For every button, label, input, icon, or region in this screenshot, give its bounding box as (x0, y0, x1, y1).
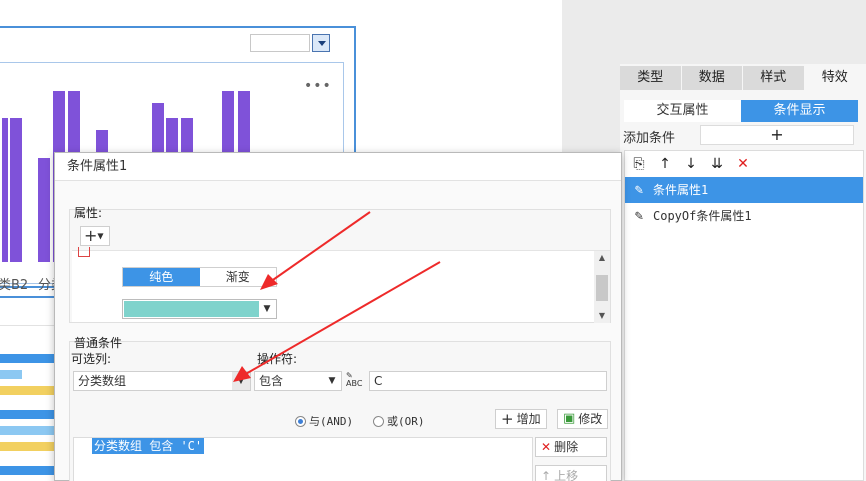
move-up-button-label: 上移 (554, 468, 579, 481)
chevron-down-icon: ▼ (97, 231, 104, 241)
move-down-icon[interactable]: ↓ (683, 156, 699, 172)
scroll-up-icon[interactable]: ▲ (594, 251, 610, 265)
radio-dot (373, 415, 384, 427)
chart-bar (0, 354, 54, 363)
delete-icon[interactable]: ✕ (735, 156, 751, 172)
edit-pencil-icon: ✎ (634, 208, 644, 224)
condition-toolbar: ⎘ ↑ ↓ ⇊ ✕ (625, 151, 863, 177)
modify-button-label: 修改 (578, 412, 603, 426)
chart-bar (38, 158, 50, 262)
subtab-interaction[interactable]: 交互属性 (624, 100, 741, 122)
chart-bar (0, 370, 22, 379)
condition-expression-list: 分类数组 包含 'C' (73, 437, 533, 481)
chart-bar (0, 426, 54, 435)
column-select[interactable]: 分类数组 ▼ (73, 371, 251, 391)
condition-name: CopyOf条件属性1 (653, 209, 752, 223)
scroll-thumb[interactable] (596, 275, 608, 301)
chart-bar (0, 386, 54, 395)
general-condition-title: 普通条件 (74, 336, 123, 350)
chevron-down-icon[interactable]: ▼ (232, 372, 250, 390)
axis-tick-label: 类B2 (0, 278, 29, 293)
tab-effects[interactable]: 特效 (804, 66, 866, 90)
chevron-down-icon[interactable]: ▼ (258, 300, 276, 318)
attribute-group-title: 属性: (74, 206, 103, 220)
attribute-group: 属性: +▼ 纯色 渐变 ▼ ▲ ▼ (69, 206, 611, 323)
chart-bar (0, 442, 54, 451)
color-swatch (124, 301, 259, 317)
move-bottom-icon[interactable]: ⇊ (709, 156, 725, 172)
tab-type[interactable]: 类型 (620, 66, 682, 90)
condition-list: ⎘ ↑ ↓ ⇊ ✕ ✎ 条件属性1 ✎ CopyOf条件属性1 (624, 150, 864, 481)
chart-bar (10, 118, 22, 262)
attribute-content: 纯色 渐变 ▼ ▲ ▼ (72, 247, 610, 323)
tab-style[interactable]: 样式 (743, 66, 805, 90)
properties-panel: 类型 数据 样式 特效 交互属性 条件显示 添加条件 + ⎘ ↑ ↓ ⇊ ✕ ✎… (620, 0, 866, 481)
delete-button[interactable]: ✕ 删除 (535, 437, 607, 457)
chevron-down-icon[interactable]: ▼ (323, 372, 341, 390)
condition-expression[interactable]: 分类数组 包含 'C' (92, 438, 205, 454)
move-up-icon[interactable]: ↑ (657, 156, 673, 172)
logic-and-radio[interactable]: 与(AND) (295, 413, 353, 429)
more-options-icon[interactable]: ••• (304, 78, 332, 94)
tab-data[interactable]: 数据 (681, 66, 743, 90)
chart-bar (2, 118, 8, 262)
chart-filter-select[interactable] (250, 34, 310, 52)
add-button-label: 增加 (516, 412, 541, 426)
column-value: 分类数组 (78, 374, 127, 388)
list-item[interactable]: ✎ 条件属性1 (625, 177, 863, 203)
condition-name: 条件属性1 (653, 183, 709, 197)
operator-select[interactable]: 包含 ▼ (254, 371, 342, 391)
radio-dot (295, 415, 306, 427)
add-attribute-button[interactable]: +▼ (80, 226, 110, 246)
modify-icon: ▣ (563, 411, 576, 426)
edit-pencil-icon: ✎ (634, 182, 644, 198)
dialog-title: 条件属性1 (55, 153, 621, 181)
logic-or-radio[interactable]: 或(OR) (373, 413, 425, 429)
value-type-icon[interactable]: ✎ ABC (346, 372, 362, 388)
add-condition-button[interactable]: + (700, 125, 854, 145)
add-button[interactable]: + 增加 (495, 409, 547, 429)
operator-value: 包含 (259, 374, 284, 388)
column-label: 可选列: (71, 352, 112, 366)
chart-bar (0, 302, 54, 326)
vertical-scrollbar[interactable]: ▲ ▼ (594, 251, 610, 323)
subtab-conditional-display[interactable]: 条件显示 (741, 100, 858, 122)
fill-mode-gradient[interactable]: 渐变 (199, 268, 276, 286)
move-up-button[interactable]: ↑ 上移 (535, 465, 607, 481)
property-tabs: 类型 数据 样式 特效 (620, 66, 866, 90)
logic-or-label: 或(OR) (387, 415, 425, 428)
value-input[interactable]: C (369, 371, 607, 391)
remove-attribute-icon[interactable] (78, 247, 90, 257)
effect-subtabs: 交互属性 条件显示 (624, 100, 858, 122)
chart-bar (0, 410, 54, 419)
lower-chart-widget[interactable] (0, 296, 54, 481)
plus-icon: + (501, 410, 514, 428)
condition-attribute-dialog: 条件属性1 属性: +▼ 纯色 渐变 ▼ ▲ ▼ 普通条件 可选列: 分类数组 … (54, 152, 622, 481)
fill-mode-solid[interactable]: 纯色 (123, 268, 200, 286)
logic-and-label: 与(AND) (309, 415, 354, 428)
delete-icon: ✕ (541, 440, 552, 454)
delete-button-label: 删除 (554, 440, 579, 454)
scroll-down-icon[interactable]: ▼ (594, 309, 610, 323)
move-up-icon: ↑ (541, 468, 552, 481)
copy-icon[interactable]: ⎘ (631, 156, 647, 172)
list-item[interactable]: ✎ CopyOf条件属性1 (625, 203, 863, 229)
color-picker[interactable]: ▼ (122, 299, 277, 319)
chart-bar (0, 466, 54, 475)
add-condition-label: 添加条件 (623, 131, 676, 146)
fill-mode-toggle: 纯色 渐变 (122, 267, 277, 287)
panel-header-area (620, 0, 866, 64)
chart-dropdown-button[interactable] (312, 34, 330, 52)
operator-label: 操作符: (257, 352, 298, 366)
modify-button[interactable]: ▣ 修改 (557, 409, 609, 429)
